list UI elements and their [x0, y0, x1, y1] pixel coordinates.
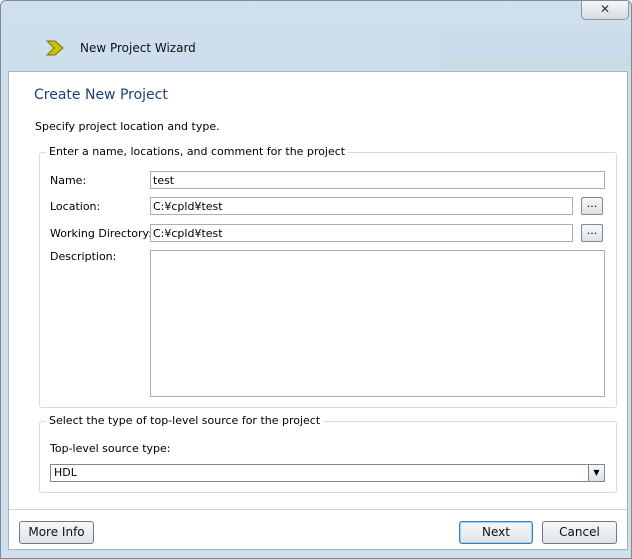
source-type-dropdown[interactable]: HDL ▼: [50, 464, 605, 482]
chevron-down-icon[interactable]: ▼: [588, 465, 604, 481]
source-type-legend: Select the type of top-level source for …: [46, 414, 324, 427]
location-browse-button[interactable]: ...: [581, 197, 603, 215]
window-title: New Project Wizard: [80, 41, 196, 55]
source-type-label: Top-level source type:: [50, 442, 171, 455]
description-label: Description:: [50, 250, 117, 263]
wizard-dialog: New Project Wizard ✕ Create New Project …: [0, 0, 632, 559]
footer-divider: [9, 509, 627, 510]
close-button[interactable]: ✕: [581, 1, 629, 20]
wizard-content: Create New Project Specify project locat…: [8, 71, 628, 550]
cancel-button[interactable]: Cancel: [542, 521, 617, 544]
name-label: Name:: [50, 174, 87, 187]
more-info-button[interactable]: More Info: [19, 521, 94, 544]
working-directory-field[interactable]: C:¥cpld¥test: [150, 224, 573, 242]
source-type-group: Select the type of top-level source for …: [39, 414, 617, 493]
page-title: Create New Project: [34, 87, 168, 103]
location-field[interactable]: C:¥cpld¥test: [150, 197, 573, 215]
name-field[interactable]: test: [150, 171, 605, 189]
location-label: Location:: [50, 200, 101, 213]
next-button[interactable]: Next: [459, 521, 533, 544]
xilinx-chevron-icon: [45, 40, 64, 56]
working-directory-label: Working Directory:: [50, 227, 152, 240]
project-details-legend: Enter a name, locations, and comment for…: [46, 145, 349, 158]
source-type-value: HDL: [54, 466, 77, 479]
description-field[interactable]: [150, 250, 605, 397]
page-subtitle: Specify project location and type.: [35, 120, 220, 133]
working-directory-browse-button[interactable]: ...: [581, 224, 603, 242]
project-details-group: Enter a name, locations, and comment for…: [39, 145, 617, 408]
